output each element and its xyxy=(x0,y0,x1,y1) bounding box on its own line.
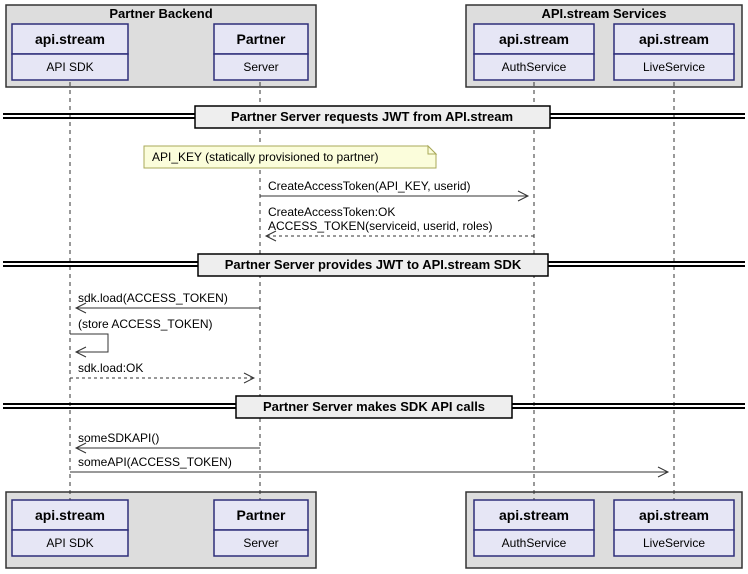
participant-server-foot: Partner Server xyxy=(214,500,308,556)
participant-sdk-head: api.stream API SDK xyxy=(12,24,128,80)
note-api-key: API_KEY (statically provisioned to partn… xyxy=(144,146,436,168)
svg-text:api.stream: api.stream xyxy=(35,31,105,47)
svg-text:Partner Server requests JWT fr: Partner Server requests JWT from API.str… xyxy=(231,109,513,124)
msg-store-token: (store ACCESS_TOKEN) xyxy=(78,317,212,331)
svg-text:LiveService: LiveService xyxy=(643,536,705,550)
svg-text:api.stream: api.stream xyxy=(35,507,105,523)
msg-sdk-load-ok: sdk.load:OK xyxy=(78,361,143,375)
svg-text:API SDK: API SDK xyxy=(46,536,93,550)
msg-some-api: someAPI(ACCESS_TOKEN) xyxy=(78,455,232,469)
svg-text:api.stream: api.stream xyxy=(499,507,569,523)
participant-auth-foot: api.stream AuthService xyxy=(474,500,594,556)
participant-server-head: Partner Server xyxy=(214,24,308,80)
participant-live-foot: api.stream LiveService xyxy=(614,500,734,556)
divider-2: Partner Server provides JWT to API.strea… xyxy=(3,254,745,276)
svg-text:Server: Server xyxy=(243,60,278,74)
divider-3: Partner Server makes SDK API calls xyxy=(3,396,745,418)
group-services-title: API.stream Services xyxy=(541,6,666,21)
svg-text:API_KEY (statically provisione: API_KEY (statically provisioned to partn… xyxy=(152,150,379,164)
svg-text:api.stream: api.stream xyxy=(639,31,709,47)
participant-auth-head: api.stream AuthService xyxy=(474,24,594,80)
divider-1: Partner Server requests JWT from API.str… xyxy=(3,106,745,128)
svg-text:api.stream: api.stream xyxy=(639,507,709,523)
svg-text:Partner: Partner xyxy=(236,507,286,523)
svg-text:AuthService: AuthService xyxy=(502,536,567,550)
participant-sdk-foot: api.stream API SDK xyxy=(12,500,128,556)
svg-text:Partner Server makes SDK API c: Partner Server makes SDK API calls xyxy=(263,399,485,414)
svg-text:Partner: Partner xyxy=(236,31,286,47)
msg-some-sdk-api: someSDKAPI() xyxy=(78,431,159,445)
svg-text:AuthService: AuthService xyxy=(502,60,567,74)
msg-access-token: ACCESS_TOKEN(serviceid, userid, roles) xyxy=(268,219,493,233)
svg-text:api.stream: api.stream xyxy=(499,31,569,47)
participant-live-head: api.stream LiveService xyxy=(614,24,734,80)
svg-text:Partner Server provides JWT to: Partner Server provides JWT to API.strea… xyxy=(225,257,522,272)
msg-create-access-token-ok: CreateAccessToken:OK xyxy=(268,205,395,219)
msg-create-access-token: CreateAccessToken(API_KEY, userid) xyxy=(268,179,471,193)
msg-sdk-load: sdk.load(ACCESS_TOKEN) xyxy=(78,291,228,305)
svg-text:API SDK: API SDK xyxy=(46,60,93,74)
svg-text:LiveService: LiveService xyxy=(643,60,705,74)
group-backend-title: Partner Backend xyxy=(109,6,212,21)
sequence-diagram: Partner Backend API.stream Services api.… xyxy=(0,0,748,574)
svg-text:Server: Server xyxy=(243,536,278,550)
